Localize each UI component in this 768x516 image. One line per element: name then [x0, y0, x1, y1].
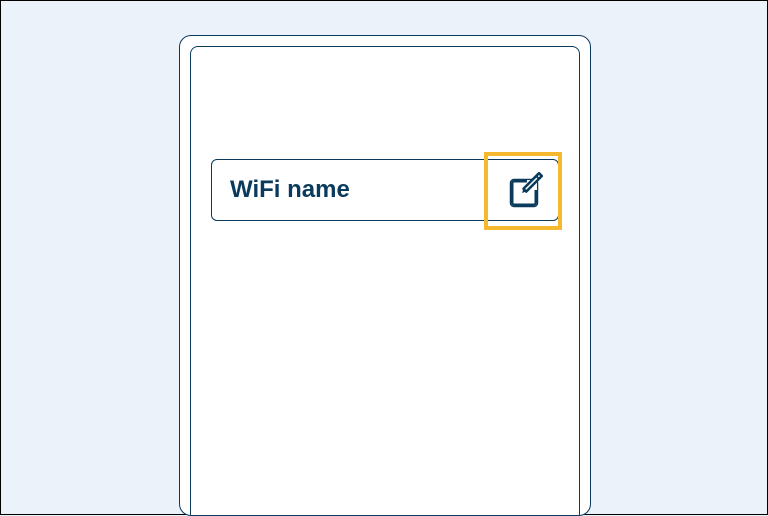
- wifi-name-field-row: WiFi name: [211, 159, 559, 221]
- settings-panel: WiFi name: [190, 46, 580, 516]
- edit-wifi-name-button[interactable]: [498, 161, 556, 219]
- device-frame: WiFi name: [179, 35, 591, 516]
- edit-icon: [505, 168, 549, 212]
- wifi-name-label: WiFi name: [230, 176, 498, 204]
